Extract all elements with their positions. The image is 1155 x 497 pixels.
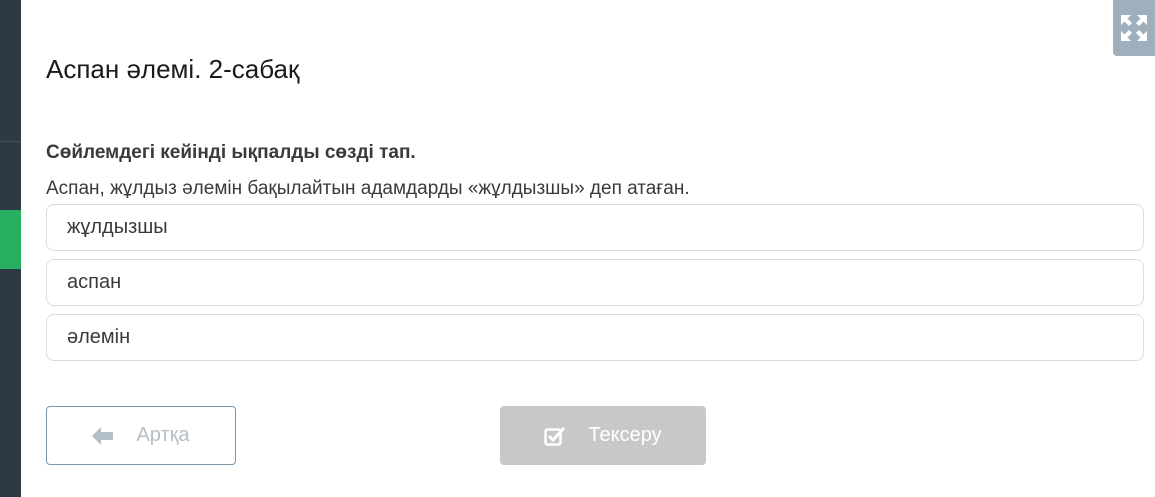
task-sentence: Аспан, жұлдыз әлемін бақылайтын адамдард… bbox=[46, 178, 690, 199]
task-instruction: Сөйлемдегі кейінді ықпалды сөзді тап. bbox=[46, 142, 416, 163]
answer-option-label: жұлдызшы bbox=[67, 216, 168, 238]
checkbox-check-icon bbox=[544, 426, 566, 446]
arrow-left-icon bbox=[92, 426, 114, 445]
fullscreen-button[interactable] bbox=[1113, 0, 1155, 56]
back-button[interactable]: Артқа bbox=[46, 406, 236, 465]
lesson-title: Аспан әлемі. 2-сабақ bbox=[46, 54, 300, 84]
answer-option-3[interactable]: әлемін bbox=[46, 314, 1144, 361]
back-button-label: Артқа bbox=[136, 424, 190, 446]
answer-option-1[interactable]: жұлдызшы bbox=[46, 204, 1144, 251]
check-button-label: Тексеру bbox=[588, 424, 662, 446]
sidebar-active-item[interactable] bbox=[0, 210, 21, 269]
sidebar-divider bbox=[0, 141, 21, 142]
answer-option-label: әлемін bbox=[67, 326, 131, 348]
sidebar bbox=[0, 0, 21, 497]
expand-arrows-icon bbox=[1119, 13, 1149, 43]
answer-option-2[interactable]: аспан bbox=[46, 259, 1144, 306]
check-button[interactable]: Тексеру bbox=[500, 406, 706, 465]
answer-option-label: аспан bbox=[67, 271, 122, 293]
